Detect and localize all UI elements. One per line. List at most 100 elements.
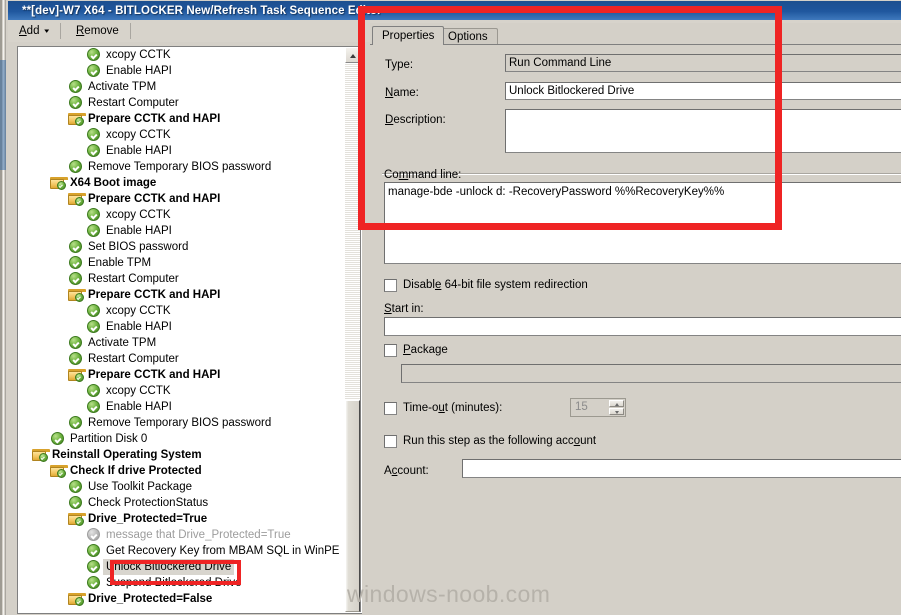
account-input[interactable] <box>462 459 901 478</box>
start-in-input[interactable] <box>384 317 901 336</box>
green-check-icon <box>68 271 84 287</box>
green-check-icon <box>86 127 102 143</box>
folder-icon <box>68 191 86 207</box>
green-check-icon <box>86 399 102 415</box>
start-in-label: Start in: <box>384 303 424 315</box>
tree-step-row[interactable]: Remove Temporary BIOS password <box>18 159 346 175</box>
folder-icon <box>50 175 68 191</box>
tree-row-label: Check ProtectionStatus <box>88 497 209 509</box>
tree-row-label: Prepare CCTK and HAPI <box>88 289 221 301</box>
tree-row-label: Restart Computer <box>88 273 179 285</box>
tree-group-row[interactable]: Prepare CCTK and HAPI <box>18 111 346 127</box>
properties-tabstrip: Properties Options <box>372 26 901 45</box>
green-check-icon <box>68 95 84 111</box>
tree-step-row[interactable]: Enable HAPI <box>18 63 346 79</box>
tree-row-label: Restart Computer <box>88 97 179 109</box>
tree-group-row[interactable]: Prepare CCTK and HAPI <box>18 191 346 207</box>
tree-step-row[interactable]: Restart Computer <box>18 271 346 287</box>
tree-step-row[interactable]: Restart Computer <box>18 351 346 367</box>
tree-step-row[interactable]: Suspend Bitlockered Drive <box>18 575 346 591</box>
green-check-icon <box>68 415 84 431</box>
scroll-up-arrow-icon[interactable] <box>345 47 360 63</box>
tree-step-row[interactable]: Unlock Bitlockered Drive <box>18 559 346 575</box>
tree-step-row[interactable]: Check ProtectionStatus <box>18 495 346 511</box>
description-label: Description: <box>385 114 446 126</box>
stepper-down-icon[interactable] <box>609 408 624 415</box>
name-label: Name: <box>385 87 419 99</box>
green-check-icon <box>68 255 84 271</box>
package-checkbox[interactable] <box>384 344 397 357</box>
scrollbar-track[interactable] <box>345 64 360 400</box>
green-check-icon <box>68 239 84 255</box>
disable-redirection-label[interactable]: Disable 64-bit file system redirection <box>403 279 588 291</box>
tree-step-row[interactable]: Enable HAPI <box>18 223 346 239</box>
package-label[interactable]: Package <box>403 344 448 356</box>
tree-step-row[interactable]: xcopy CCTK <box>18 383 346 399</box>
timeout-stepper-buttons[interactable] <box>609 400 624 415</box>
run-as-checkbox[interactable] <box>384 435 397 448</box>
type-label: Type: <box>385 59 414 71</box>
tree-row-label: Enable HAPI <box>106 401 172 413</box>
green-check-icon <box>86 319 102 335</box>
tree-row-label: Enable HAPI <box>106 225 172 237</box>
tree-step-row[interactable]: Set BIOS password <box>18 239 346 255</box>
tree-step-row[interactable]: Use Toolkit Package <box>18 479 346 495</box>
name-input[interactable]: Unlock Bitlockered Drive <box>505 82 901 100</box>
folder-icon <box>32 447 50 463</box>
description-input[interactable] <box>505 109 901 153</box>
window-titlebar: **[dev]-W7 X64 - BITLOCKER New/Refresh T… <box>8 1 901 20</box>
tree-step-row[interactable]: Partition Disk 0 <box>18 431 346 447</box>
tree-step-row[interactable]: Enable HAPI <box>18 399 346 415</box>
tree-step-row[interactable]: Remove Temporary BIOS password <box>18 415 346 431</box>
tree-step-row[interactable]: Restart Computer <box>18 95 346 111</box>
green-check-icon <box>68 479 84 495</box>
task-sequence-tree[interactable]: xcopy CCTK Enable HAPI Activate TPM Restart… <box>17 46 362 614</box>
tree-group-row[interactable]: Drive_Protected=True <box>18 511 346 527</box>
tab-properties[interactable]: Properties <box>372 26 445 45</box>
timeout-label[interactable]: Time-out (minutes): <box>403 402 502 414</box>
green-check-icon <box>68 79 84 95</box>
command-line-label-mnemonic: m <box>398 169 409 181</box>
window-title: **[dev]-W7 X64 - BITLOCKER New/Refresh T… <box>22 4 382 17</box>
tree-group-row[interactable]: Check If drive Protected <box>18 463 346 479</box>
tree-row-label: Check If drive Protected <box>70 465 202 477</box>
tree-step-row[interactable]: xcopy CCTK <box>18 207 346 223</box>
command-line-input[interactable]: manage-bde -unlock d: -RecoveryPassword … <box>384 182 901 264</box>
tree-step-row[interactable]: Activate TPM <box>18 79 346 95</box>
add-button[interactable]: Add ▾ <box>12 22 56 40</box>
tree-row-label: Prepare CCTK and HAPI <box>88 369 221 381</box>
tree-vertical-scrollbar[interactable] <box>345 46 361 612</box>
tree-step-row[interactable]: xcopy CCTK <box>18 303 346 319</box>
tree-step-row[interactable]: xcopy CCTK <box>18 47 346 63</box>
green-check-icon <box>68 495 84 511</box>
tree-group-row[interactable]: Drive_Protected=False <box>18 591 346 607</box>
tree-step-row[interactable]: Get Recovery Key from MBAM SQL in WinPE <box>18 543 346 559</box>
timeout-stepper[interactable]: 15 <box>570 398 626 417</box>
tree-row-label: Prepare CCTK and HAPI <box>88 113 221 125</box>
green-check-icon <box>86 559 102 575</box>
stepper-up-icon[interactable] <box>609 400 624 407</box>
package-input[interactable] <box>401 364 901 383</box>
folder-icon <box>68 367 86 383</box>
run-as-label[interactable]: Run this step as the following account <box>403 435 596 447</box>
tree-group-row[interactable]: Reinstall Operating System <box>18 447 346 463</box>
green-check-icon <box>50 431 66 447</box>
timeout-checkbox[interactable] <box>384 402 397 415</box>
tree-step-row[interactable]: message that Drive_Protected=True <box>18 527 346 543</box>
tree-step-row[interactable]: Enable TPM <box>18 255 346 271</box>
tree-group-row[interactable]: Prepare CCTK and HAPI <box>18 367 346 383</box>
remove-button[interactable]: Remove <box>69 22 126 40</box>
tab-options[interactable]: Options <box>438 28 498 45</box>
tree-step-row[interactable]: Enable HAPI <box>18 143 346 159</box>
type-value: Run Command Line <box>505 54 901 72</box>
tree-step-row[interactable]: xcopy CCTK <box>18 127 346 143</box>
tree-row-label: Partition Disk 0 <box>70 433 148 445</box>
tree-group-row[interactable]: X64 Boot image <box>18 175 346 191</box>
tree-row-label: Use Toolkit Package <box>88 481 192 493</box>
tree-row-label: Enable TPM <box>88 257 152 269</box>
tree-group-row[interactable]: Prepare CCTK and HAPI <box>18 287 346 303</box>
tree-step-row[interactable]: Enable HAPI <box>18 319 346 335</box>
disable-redirection-checkbox[interactable] <box>384 279 397 292</box>
account-label: Account: <box>384 465 429 477</box>
tree-step-row[interactable]: Activate TPM <box>18 335 346 351</box>
